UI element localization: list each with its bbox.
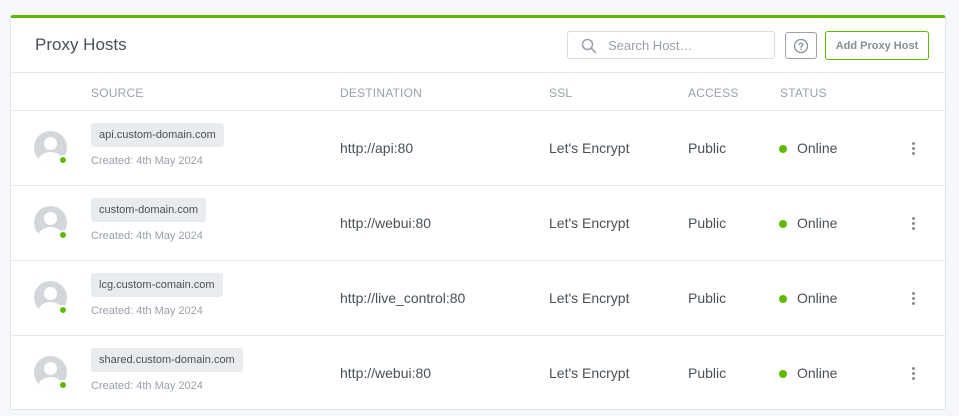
ssl-cell: Let's Encrypt — [549, 140, 630, 156]
add-proxy-host-button[interactable]: Add Proxy Host — [825, 31, 929, 60]
status-cell: Online — [797, 215, 838, 231]
access-cell: Public — [688, 215, 727, 231]
table-row: shared.custom-domain.com Created: 4th Ma… — [11, 336, 945, 409]
status-dot — [779, 370, 787, 378]
destination-cell: http://live_control:80 — [340, 290, 466, 306]
table-row: lcg.custom-comain.com Created: 4th May 2… — [11, 261, 945, 336]
search-box[interactable] — [567, 31, 775, 59]
status-dot — [779, 145, 787, 153]
help-icon — [793, 38, 809, 53]
destination-cell: http://api:80 — [340, 140, 414, 156]
created-date: Created: 4th May 2024 — [91, 305, 203, 317]
domain-tag[interactable]: api.custom-domain.com — [91, 123, 224, 147]
column-header-status[interactable]: STATUS — [780, 86, 827, 100]
domain-tag[interactable]: lcg.custom-comain.com — [91, 273, 223, 297]
row-menu-icon[interactable] — [906, 364, 920, 382]
online-indicator — [58, 155, 68, 165]
table-header: SOURCE DESTINATION SSL ACCESS STATUS — [11, 73, 945, 111]
domain-tag[interactable]: shared.custom-domain.com — [91, 348, 243, 372]
column-header-access[interactable]: ACCESS — [688, 86, 739, 100]
online-indicator — [58, 305, 68, 315]
table-row: custom-domain.com Created: 4th May 2024 … — [11, 186, 945, 261]
status-cell: Online — [797, 140, 838, 156]
column-header-source[interactable]: SOURCE — [91, 86, 144, 100]
status-cell: Online — [797, 365, 838, 381]
row-menu-icon[interactable] — [906, 289, 920, 307]
domain-tag[interactable]: custom-domain.com — [91, 198, 207, 222]
table-row: api.custom-domain.com Created: 4th May 2… — [11, 111, 945, 186]
status-dot — [779, 295, 787, 303]
table-body: api.custom-domain.com Created: 4th May 2… — [11, 111, 945, 409]
search-icon — [581, 38, 597, 54]
column-header-destination[interactable]: DESTINATION — [340, 86, 422, 100]
access-cell: Public — [688, 140, 727, 156]
card-header: Proxy Hosts Add Proxy Host — [11, 18, 945, 73]
online-indicator — [58, 380, 68, 390]
destination-cell: http://webui:80 — [340, 365, 432, 381]
row-menu-icon[interactable] — [906, 214, 920, 232]
access-cell: Public — [688, 365, 727, 381]
help-button[interactable] — [785, 32, 817, 59]
status-cell: Online — [797, 290, 838, 306]
online-indicator — [58, 230, 68, 240]
ssl-cell: Let's Encrypt — [549, 365, 630, 381]
column-header-ssl[interactable]: SSL — [549, 86, 572, 100]
ssl-cell: Let's Encrypt — [549, 290, 630, 306]
created-date: Created: 4th May 2024 — [91, 230, 203, 242]
status-dot — [779, 220, 787, 228]
ssl-cell: Let's Encrypt — [549, 215, 630, 231]
page-title: Proxy Hosts — [35, 35, 127, 54]
destination-cell: http://webui:80 — [340, 215, 432, 231]
proxy-hosts-card: Proxy Hosts Add Proxy Host SOURCE DESTIN… — [10, 15, 946, 410]
access-cell: Public — [688, 290, 727, 306]
created-date: Created: 4th May 2024 — [91, 155, 203, 167]
row-menu-icon[interactable] — [906, 139, 920, 157]
created-date: Created: 4th May 2024 — [91, 380, 203, 392]
search-input[interactable] — [608, 36, 768, 54]
